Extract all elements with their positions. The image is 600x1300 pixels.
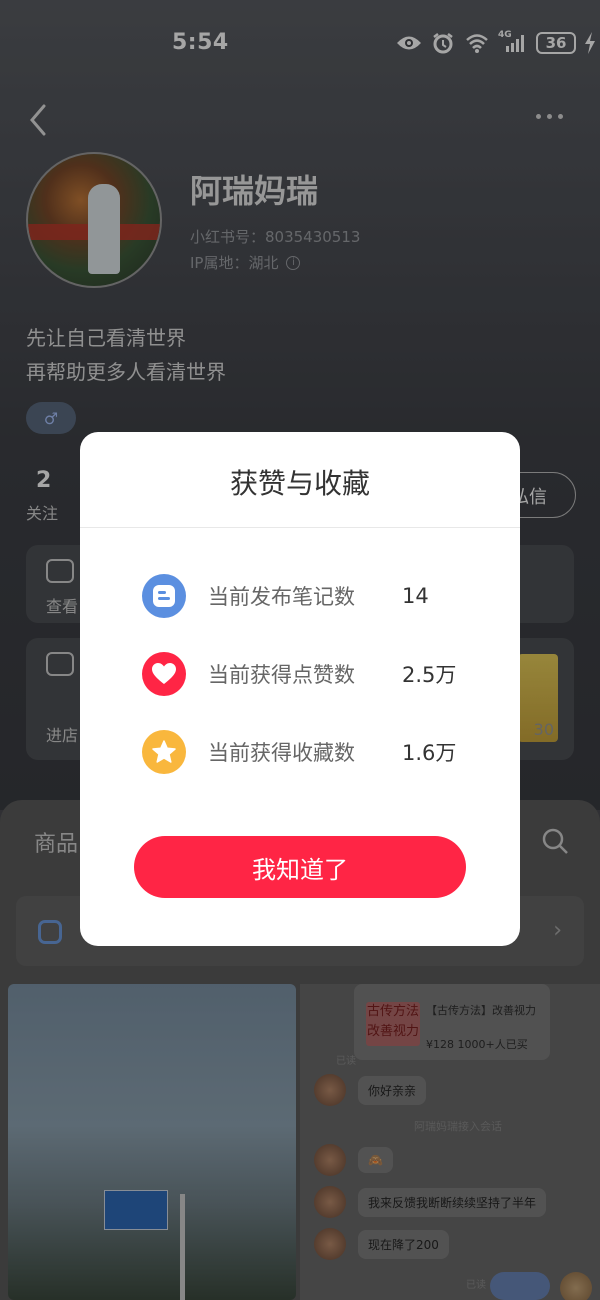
confirm-button[interactable]: 我知道了	[134, 836, 466, 898]
likes-collections-dialog: 获赞与收藏 当前发布笔记数 14 当前获得点赞数 2.5万 当前获得收藏数 1.…	[80, 432, 520, 946]
heart-icon	[142, 652, 186, 696]
collections-count-row: 当前获得收藏数 1.6万	[142, 730, 456, 774]
notes-count-row: 当前发布笔记数 14	[142, 574, 429, 618]
likes-count-label: 当前获得点赞数	[208, 663, 355, 687]
notes-icon	[142, 574, 186, 618]
likes-count-row: 当前获得点赞数 2.5万	[142, 652, 456, 696]
likes-count-value: 2.5万	[402, 663, 457, 687]
divider	[80, 527, 520, 528]
notes-count-value: 14	[402, 584, 429, 608]
star-icon	[142, 730, 186, 774]
collections-count-label: 当前获得收藏数	[208, 741, 355, 765]
collections-count-value: 1.6万	[402, 741, 457, 765]
notes-count-label: 当前发布笔记数	[208, 585, 355, 609]
dialog-title: 获赞与收藏	[229, 467, 370, 500]
